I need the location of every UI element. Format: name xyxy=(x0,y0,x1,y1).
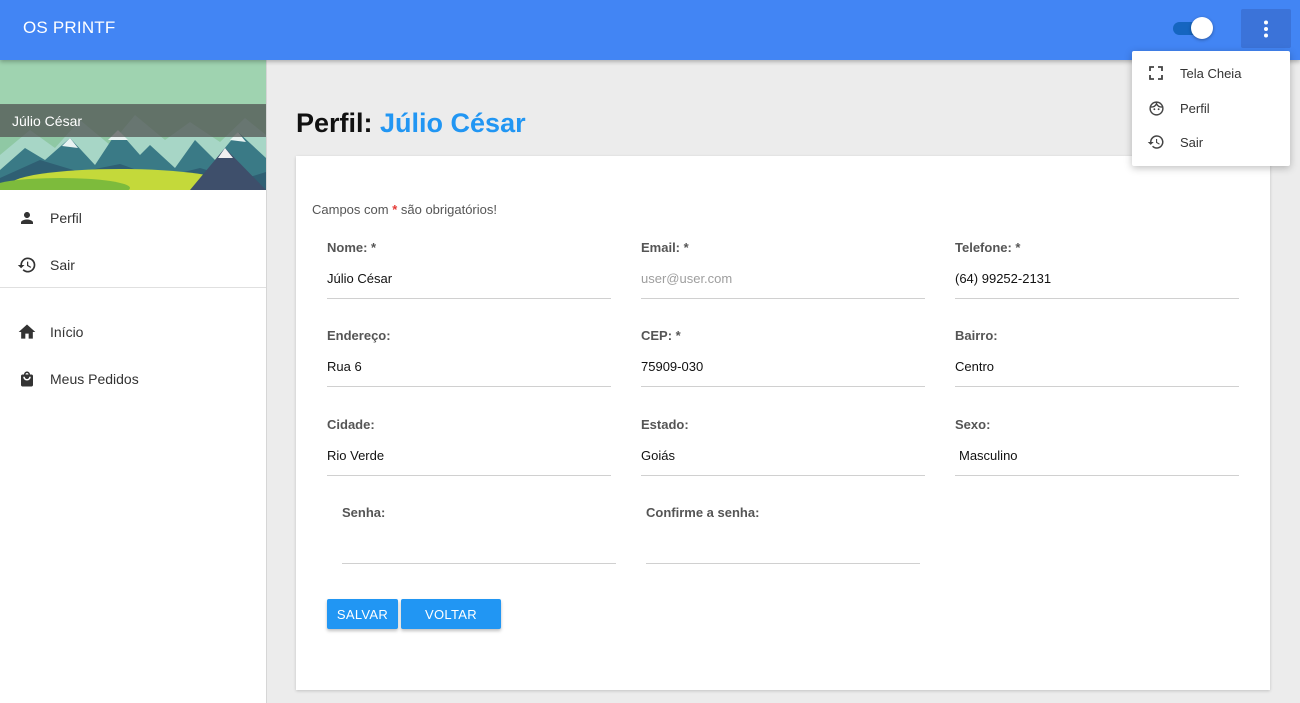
more-vert-icon xyxy=(1264,20,1268,37)
sidebar-item-meus-pedidos[interactable]: Meus Pedidos xyxy=(0,355,266,402)
page-title-name: Júlio César xyxy=(380,108,526,138)
estado-field: Estado: Goiás xyxy=(641,417,925,476)
fullscreen-icon xyxy=(1147,64,1165,82)
top-app-bar: OS PRINTF xyxy=(0,0,1300,60)
menu-item-sair[interactable]: Sair xyxy=(1132,125,1290,159)
email-field: Email: * user@user.com xyxy=(641,240,925,299)
overflow-menu: Tela Cheia Perfil Sair xyxy=(1132,51,1290,166)
confirma-senha-input[interactable] xyxy=(646,536,920,554)
sexo-field: Sexo: Masculino xyxy=(955,417,1239,476)
cep-field: CEP: * 75909-030 xyxy=(641,328,925,387)
field-label: Cidade: xyxy=(327,417,375,432)
field-underline xyxy=(641,475,925,476)
confirma-senha-field: Confirme a senha: xyxy=(646,505,920,564)
page-title-prefix: Perfil: xyxy=(296,108,381,138)
field-underline xyxy=(646,563,920,564)
person-icon xyxy=(17,208,37,228)
endereco-field: Endereço: Rua 6 xyxy=(327,328,611,387)
telefone-field: Telefone: * (64) 99252-2131 xyxy=(955,240,1239,299)
cep-input[interactable]: 75909-030 xyxy=(641,359,925,377)
theme-toggle[interactable] xyxy=(1173,17,1213,39)
sidebar-item-label: Início xyxy=(50,323,84,340)
sidebar-item-inicio[interactable]: Início xyxy=(0,308,266,355)
home-icon xyxy=(17,322,37,342)
sidebar-item-label: Sair xyxy=(50,256,75,273)
field-underline xyxy=(342,563,616,564)
field-label: Estado: xyxy=(641,417,689,432)
field-label: Nome: * xyxy=(327,240,377,255)
menu-item-perfil[interactable]: Perfil xyxy=(1132,91,1290,125)
bairro-field: Bairro: Centro xyxy=(955,328,1239,387)
sidebar-item-label: Perfil xyxy=(50,209,82,226)
menu-item-label: Sair xyxy=(1180,134,1204,150)
sidebar-item-label: Meus Pedidos xyxy=(50,370,139,387)
toggle-thumb xyxy=(1191,17,1213,39)
senha-input[interactable] xyxy=(342,536,616,554)
field-underline xyxy=(955,386,1239,387)
senha-field: Senha: xyxy=(342,505,616,564)
field-underline xyxy=(641,298,925,299)
field-underline xyxy=(955,475,1239,476)
more-options-button[interactable] xyxy=(1241,9,1291,48)
profile-form-card: Campos com * são obrigatórios! Nome: * J… xyxy=(296,156,1270,690)
estado-select[interactable]: Goiás xyxy=(641,448,925,466)
field-underline xyxy=(327,386,611,387)
menu-item-label: Tela Cheia xyxy=(1180,65,1242,81)
required-fields-note: Campos com * são obrigatórios! xyxy=(312,202,497,217)
nome-input[interactable]: Júlio César xyxy=(327,271,611,289)
profile-banner: Júlio César xyxy=(0,60,266,190)
field-label: Email: * xyxy=(641,240,689,255)
back-button[interactable]: VOLTAR xyxy=(401,599,501,629)
endereco-input[interactable]: Rua 6 xyxy=(327,359,611,377)
field-underline xyxy=(327,475,611,476)
menu-item-tela-cheia[interactable]: Tela Cheia xyxy=(1132,56,1290,90)
field-label: Telefone: * xyxy=(955,240,1021,255)
field-label: Bairro: xyxy=(955,328,998,343)
sidebar: Júlio César Perfil Sair Início Meus Pedi… xyxy=(0,60,267,703)
bairro-input[interactable]: Centro xyxy=(955,359,1239,377)
nome-field: Nome: * Júlio César xyxy=(327,240,611,299)
cidade-input[interactable]: Rio Verde xyxy=(327,448,611,466)
sidebar-item-perfil[interactable]: Perfil xyxy=(0,194,266,241)
shopping-bag-icon xyxy=(17,369,37,389)
email-input[interactable]: user@user.com xyxy=(641,271,925,289)
history-icon xyxy=(1147,133,1165,151)
app-title: OS PRINTF xyxy=(23,18,116,37)
field-underline xyxy=(641,386,925,387)
sidebar-divider xyxy=(0,287,266,288)
cidade-field: Cidade: Rio Verde xyxy=(327,417,611,476)
field-underline xyxy=(955,298,1239,299)
sidebar-user-name: Júlio César xyxy=(0,104,266,137)
save-button[interactable]: SALVAR xyxy=(327,599,398,629)
field-label: Endereço: xyxy=(327,328,391,343)
field-underline xyxy=(327,298,611,299)
field-label: Senha: xyxy=(342,505,386,520)
sexo-select[interactable]: Masculino xyxy=(955,448,1239,466)
history-icon xyxy=(17,255,37,275)
field-label: CEP: * xyxy=(641,328,681,343)
page-title: Perfil: Júlio César xyxy=(296,108,526,139)
field-label: Sexo: xyxy=(955,417,991,432)
telefone-input[interactable]: (64) 99252-2131 xyxy=(955,271,1239,289)
menu-item-label: Perfil xyxy=(1180,100,1210,116)
face-icon xyxy=(1147,99,1165,117)
sidebar-item-sair[interactable]: Sair xyxy=(0,241,266,288)
field-label: Confirme a senha: xyxy=(646,505,760,520)
